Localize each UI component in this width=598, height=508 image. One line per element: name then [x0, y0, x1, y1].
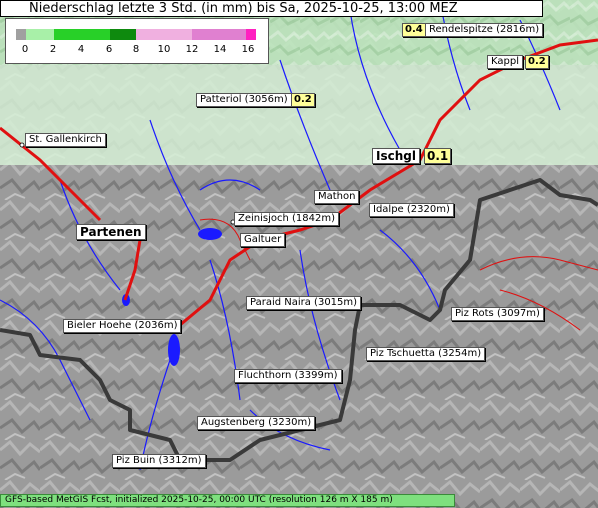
precip-value-kappl: 0.2: [525, 55, 549, 69]
legend-seg-zero: [16, 29, 26, 40]
place-label-galtuer: Galtuer: [240, 233, 286, 247]
place-label-ischgl: Ischgl: [372, 148, 420, 164]
legend-seg-pink: [136, 29, 192, 40]
lake-zeinis: [198, 228, 222, 240]
legend-seg-light: [26, 29, 54, 40]
legend-seg-max: [246, 29, 256, 40]
legend-tick: 0: [21, 44, 29, 55]
precip-value-patteriol: 0.2: [291, 93, 315, 107]
legend-tick: 8: [132, 44, 140, 55]
map-title: Niederschlag letzte 3 Std. (in mm) bis S…: [0, 0, 543, 17]
legend-seg-dark-green: [110, 29, 136, 40]
place-label-piz-buin: Piz Buin (3312m): [112, 454, 206, 468]
precip-value-rendelspitze: 0.4: [402, 23, 426, 37]
legend-tick: 10: [157, 44, 171, 55]
place-label-idalpe: Idalpe (2320m): [369, 203, 454, 217]
legend-tick: 16: [241, 44, 255, 55]
place-label-rendelspitze: Rendelspitze (2816m): [425, 23, 544, 37]
place-label-partenen: Partenen: [76, 224, 146, 240]
legend-tick: 14: [213, 44, 227, 55]
place-label-piz-rots: Piz Rots (3097m): [451, 307, 544, 321]
legend-tick: 12: [185, 44, 199, 55]
legend-tick: 2: [49, 44, 57, 55]
legend-seg-green: [54, 29, 110, 40]
legend-tick: 4: [77, 44, 85, 55]
place-label-kappl: Kappl: [487, 55, 523, 69]
place-label-st-gallenkirch: St. Gallenkirch: [25, 133, 106, 147]
place-label-bieler-hoehe: Bieler Hoehe (2036m): [63, 319, 182, 333]
forecast-footer: GFS-based MetGIS Fcst, initialized 2025-…: [0, 494, 455, 507]
place-label-fluchthorn: Fluchthorn (3399m): [234, 369, 342, 383]
precip-value-ischgl: 0.1: [424, 148, 452, 164]
place-label-patteriol: Patteriol (3056m): [196, 93, 292, 107]
legend-tick: 6: [105, 44, 113, 55]
precip-legend: 0 2 4 6 8 10 12 14 16: [5, 18, 269, 64]
place-label-zeinisjoch: Zeinisjoch (1842m): [234, 212, 340, 226]
place-label-mathon: Mathon: [314, 190, 360, 204]
place-label-paraid-naira: Paraid Naira (3015m): [246, 296, 362, 310]
legend-seg-magenta: [192, 29, 246, 40]
place-label-piz-tschuetta: Piz Tschuetta (3254m): [366, 347, 486, 361]
place-label-augstenberg: Augstenberg (3230m): [197, 416, 316, 430]
terrain-map: [0, 0, 598, 508]
